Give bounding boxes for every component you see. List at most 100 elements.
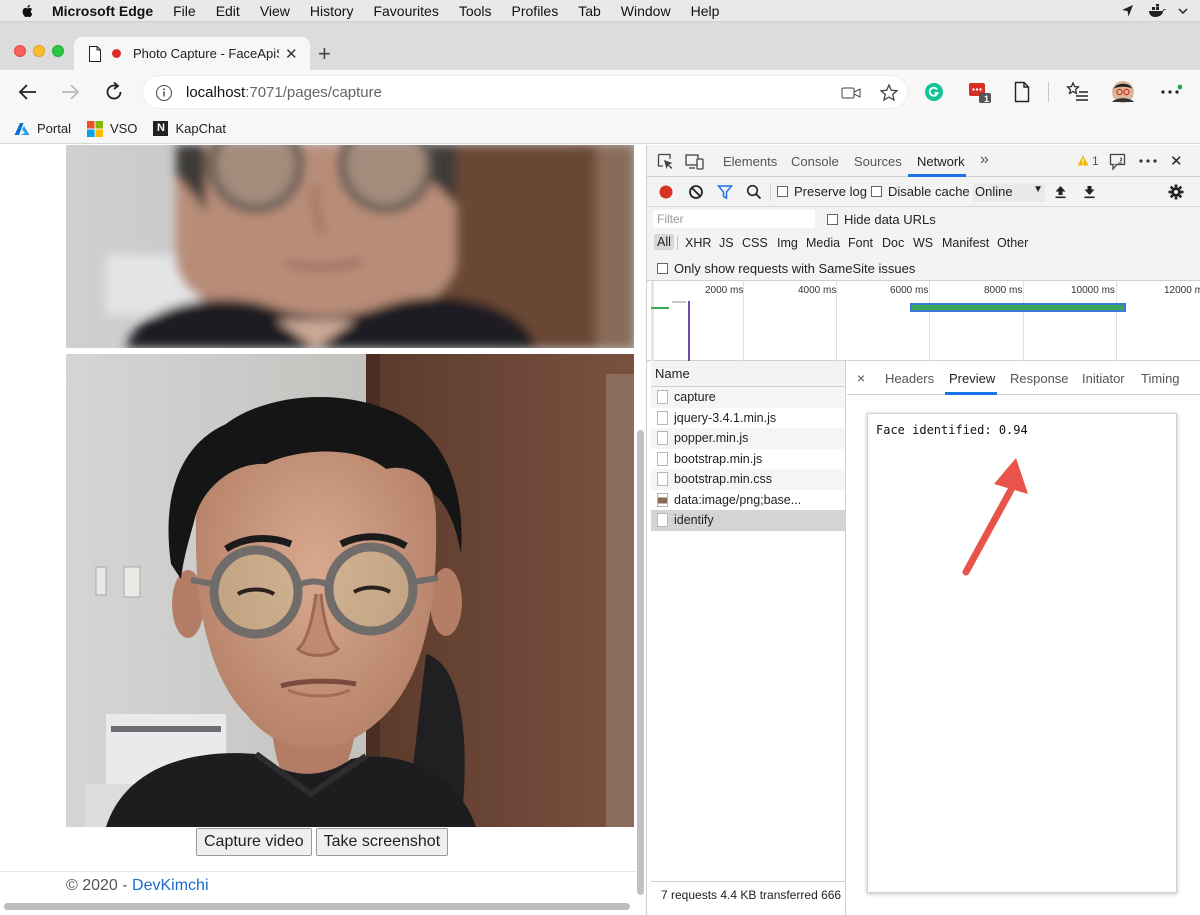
warning-count[interactable]: 1 xyxy=(1092,154,1099,168)
address-bar[interactable]: localhost:7071/pages/capture xyxy=(142,75,908,109)
more-options-icon[interactable] xyxy=(1158,80,1182,104)
horizontal-scrollbar[interactable] xyxy=(4,903,630,910)
detail-tab-initiator[interactable]: Initiator xyxy=(1082,371,1125,386)
new-tab-button[interactable]: + xyxy=(318,43,331,65)
type-filter-ws[interactable]: WS xyxy=(913,236,933,250)
clear-icon[interactable] xyxy=(688,184,704,200)
hide-data-urls-checkbox[interactable]: Hide data URLs xyxy=(827,212,936,227)
request-row-data-image[interactable]: data:image/png;base... xyxy=(651,490,845,511)
type-filter-all[interactable]: All xyxy=(654,234,674,250)
camera-in-use-icon[interactable] xyxy=(841,86,861,100)
address-url[interactable]: localhost:7071/pages/capture xyxy=(186,84,382,101)
menu-window[interactable]: Window xyxy=(621,3,671,19)
type-filter-img[interactable]: Img xyxy=(777,236,798,250)
samesite-box[interactable] xyxy=(657,263,668,274)
menu-history[interactable]: History xyxy=(310,3,354,19)
type-filter-doc[interactable]: Doc xyxy=(882,236,904,250)
menu-file[interactable]: File xyxy=(173,3,196,19)
favorite-kapchat[interactable]: N KapChat xyxy=(153,121,226,136)
type-filter-other[interactable]: Other xyxy=(997,236,1028,250)
devtools-tab-elements[interactable]: Elements xyxy=(723,154,777,169)
favorite-vso[interactable]: VSO xyxy=(86,120,137,137)
type-filter-media[interactable]: Media xyxy=(806,236,840,250)
disable-cache-checkbox[interactable]: Disable cache xyxy=(871,184,970,199)
devtools-close-icon[interactable]: ✕ xyxy=(1170,152,1183,170)
docker-whale-icon[interactable] xyxy=(1148,4,1166,18)
detail-tab-response[interactable]: Response xyxy=(1010,371,1069,386)
profile-avatar[interactable] xyxy=(1111,80,1135,104)
take-screenshot-button[interactable]: Take screenshot xyxy=(315,828,449,856)
reading-view-icon[interactable] xyxy=(1010,80,1034,104)
detail-close-icon[interactable]: × xyxy=(857,370,865,386)
detail-tab-timing[interactable]: Timing xyxy=(1141,371,1180,386)
timeline-tick-8000: 8000 ms xyxy=(984,285,1023,296)
location-arrow-icon[interactable] xyxy=(1120,4,1136,18)
apple-icon[interactable] xyxy=(18,3,38,19)
type-filter-css[interactable]: CSS xyxy=(742,236,768,250)
devtools-tab-console[interactable]: Console xyxy=(791,154,839,169)
capture-video-button[interactable]: Capture video xyxy=(196,828,312,856)
preserve-log-box[interactable] xyxy=(777,186,788,197)
menu-app-name[interactable]: Microsoft Edge xyxy=(52,3,153,19)
inspect-element-icon[interactable] xyxy=(657,153,674,170)
request-row-jquery[interactable]: jquery-3.4.1.min.js xyxy=(651,408,845,429)
footer-link-devkimchi[interactable]: DevKimchi xyxy=(132,877,208,894)
hide-data-urls-box[interactable] xyxy=(827,214,838,225)
grammarly-icon[interactable] xyxy=(922,80,946,104)
preserve-log-checkbox[interactable]: Preserve log xyxy=(777,184,867,199)
window-close-button[interactable] xyxy=(14,45,26,57)
network-overview-timeline[interactable]: 2000 ms 4000 ms 6000 ms 8000 ms 10000 ms… xyxy=(647,281,1200,361)
menu-favourites[interactable]: Favourites xyxy=(373,3,438,19)
type-filter-manifest[interactable]: Manifest xyxy=(942,236,989,250)
settings-gear-icon[interactable] xyxy=(1168,184,1184,200)
menu-help[interactable]: Help xyxy=(691,3,720,19)
devtools-tab-network[interactable]: Network xyxy=(917,154,965,169)
extension-icon[interactable] xyxy=(967,80,993,104)
vertical-scrollbar[interactable] xyxy=(637,430,644,895)
menu-tab[interactable]: Tab xyxy=(578,3,601,19)
import-har-icon[interactable] xyxy=(1054,185,1067,199)
tab-close-icon[interactable]: ✕ xyxy=(285,45,298,63)
menu-edit[interactable]: Edit xyxy=(216,3,240,19)
request-row-identify[interactable]: identify xyxy=(651,510,845,531)
menu-tools[interactable]: Tools xyxy=(459,3,492,19)
type-filter-xhr[interactable]: XHR xyxy=(685,236,711,250)
request-row-capture[interactable]: capture xyxy=(651,387,845,408)
favorite-portal[interactable]: Portal xyxy=(14,121,71,136)
samesite-checkbox[interactable]: Only show requests with SameSite issues xyxy=(657,261,915,276)
devtools-menu-icon[interactable] xyxy=(1139,159,1157,163)
favorite-star-icon[interactable] xyxy=(879,83,899,103)
disable-cache-box[interactable] xyxy=(871,186,882,197)
throttling-select[interactable]: Online ▼ xyxy=(973,184,1045,202)
request-row-bootstrap-css[interactable]: bootstrap.min.css xyxy=(651,469,845,490)
menu-view[interactable]: View xyxy=(260,3,290,19)
browser-tab-photo-capture[interactable]: Photo Capture - FaceApiSa ✕ xyxy=(74,37,310,70)
back-arrow-icon[interactable] xyxy=(16,80,40,104)
filter-input[interactable]: Filter xyxy=(653,210,815,228)
window-minimize-button[interactable] xyxy=(33,45,45,57)
record-icon[interactable] xyxy=(658,184,674,200)
filter-funnel-icon[interactable] xyxy=(717,184,733,200)
device-emulation-icon[interactable] xyxy=(685,153,704,170)
name-column-header[interactable]: Name xyxy=(651,361,845,387)
feedback-icon[interactable] xyxy=(1109,153,1127,171)
warning-icon[interactable] xyxy=(1077,155,1089,166)
menu-profiles[interactable]: Profiles xyxy=(512,3,559,19)
detail-tab-preview[interactable]: Preview xyxy=(949,371,995,386)
type-filter-js[interactable]: JS xyxy=(719,236,734,250)
refresh-icon[interactable] xyxy=(102,80,126,104)
forward-arrow-icon[interactable] xyxy=(58,80,82,104)
export-har-icon[interactable] xyxy=(1083,185,1096,199)
request-row-popper[interactable]: popper.min.js xyxy=(651,428,845,449)
request-row-bootstrap-js[interactable]: bootstrap.min.js xyxy=(651,449,845,470)
search-icon[interactable] xyxy=(746,184,762,200)
more-tabs-icon[interactable]: » xyxy=(980,151,989,169)
image-file-icon xyxy=(657,492,668,507)
type-filter-font[interactable]: Font xyxy=(848,236,873,250)
devtools-tab-sources[interactable]: Sources xyxy=(854,154,902,169)
detail-tab-headers[interactable]: Headers xyxy=(885,371,934,386)
chevron-down-icon[interactable] xyxy=(1178,4,1188,18)
site-info-icon[interactable] xyxy=(155,84,173,102)
favorites-list-icon[interactable] xyxy=(1066,80,1090,104)
window-zoom-button[interactable] xyxy=(52,45,64,57)
